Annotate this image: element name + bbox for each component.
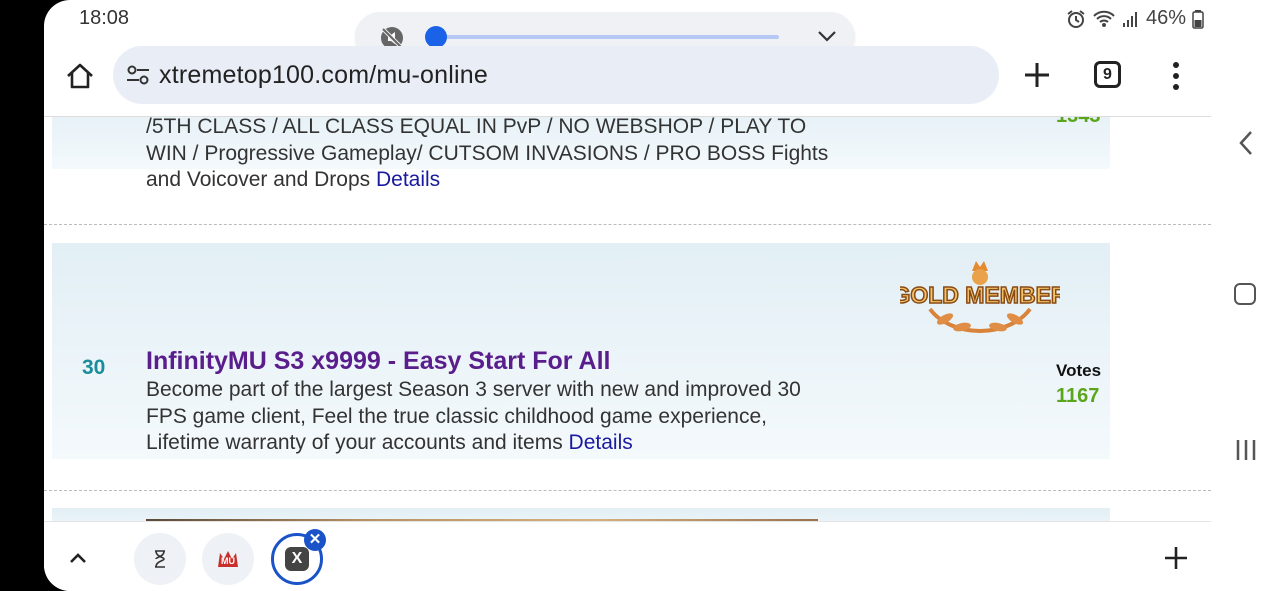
home-icon — [67, 63, 93, 89]
tab-item[interactable]: MU — [202, 533, 254, 585]
progress-knob[interactable] — [425, 26, 447, 48]
server-title-link[interactable]: InfinityMU S3 x9999 - Easy Start For All — [146, 347, 611, 376]
progress-track[interactable] — [435, 35, 779, 39]
desc-text: Lifetime warranty of your accounts and i… — [146, 431, 563, 454]
hourglass-icon — [155, 550, 165, 568]
prev-details-link[interactable]: Details — [376, 168, 440, 191]
tab-strip: MU X ✕ — [44, 521, 1211, 591]
status-icons: 46% — [1066, 7, 1204, 30]
chevron-down-icon[interactable] — [817, 28, 837, 44]
plus-icon[interactable] — [1020, 58, 1054, 92]
gold-member-badge: GOLD MEMBER — [900, 261, 1060, 334]
web-content[interactable]: 1343 /5TH CLASS / ALL CLASS EQUAL IN PvP… — [44, 116, 1211, 521]
prev-desc-text: and Voicover and Drops — [146, 168, 371, 191]
battery-percent: 46% — [1145, 7, 1186, 29]
votes-count: 1167 — [1056, 385, 1100, 407]
system-nav-bar — [1221, 0, 1280, 591]
url-text[interactable]: xtremetop100.com/mu-online — [159, 61, 488, 90]
plus-icon[interactable] — [1161, 543, 1191, 573]
prev-description: /5TH CLASS / ALL CLASS EQUAL IN PvP / NO… — [146, 116, 846, 194]
divider — [44, 224, 1211, 225]
x-favicon-icon: X — [285, 547, 309, 571]
desc-line: FPS game client, Feel the true classic c… — [146, 404, 767, 428]
tab-switcher-button[interactable]: 9 — [1094, 61, 1121, 88]
wifi-icon — [1093, 10, 1115, 27]
alarm-icon — [1067, 9, 1085, 28]
back-icon[interactable] — [1231, 128, 1261, 158]
chevron-up-icon[interactable] — [64, 544, 92, 572]
battery-icon — [1192, 9, 1204, 29]
prev-votes: 1343 — [1056, 116, 1101, 127]
prev-desc-line: /5TH CLASS / ALL CLASS EQUAL IN PvP / NO… — [146, 116, 807, 138]
gold-member-text: GOLD MEMBER — [900, 282, 1060, 308]
home-nav-button[interactable] — [1234, 283, 1256, 305]
details-link[interactable]: Details — [569, 431, 633, 454]
status-time: 18:08 — [79, 7, 130, 29]
server-rank: 30 — [82, 356, 106, 379]
address-bar[interactable]: xtremetop100.com/mu-online — [113, 46, 999, 104]
more-icon[interactable] — [1164, 60, 1188, 92]
site-settings-icon[interactable] — [125, 63, 151, 87]
signal-icon — [1122, 11, 1137, 27]
browser-window: 18:08 46% xtremetop100.com/mu-online 9 1… — [44, 0, 1280, 591]
server-description: Become part of the largest Season 3 serv… — [146, 377, 846, 457]
close-icon[interactable]: ✕ — [304, 529, 326, 551]
screen: 18:08 46% xtremetop100.com/mu-online 9 1… — [0, 0, 1280, 591]
home-button[interactable] — [62, 58, 98, 94]
tab-item[interactable] — [134, 533, 186, 585]
mu-favicon-icon: MU — [218, 551, 238, 567]
prev-desc-line: and Voicover and Drops Details — [146, 167, 846, 194]
recents-icon[interactable] — [1233, 437, 1259, 463]
desc-line: Lifetime warranty of your accounts and i… — [146, 430, 846, 457]
votes-label: Votes — [1056, 361, 1102, 380]
desc-line: Become part of the largest Season 3 serv… — [146, 378, 801, 401]
divider — [44, 490, 1211, 491]
prev-desc-line: WIN / Progressive Gameplay/ CUTSOM INVAS… — [146, 141, 829, 165]
svg-text:MU: MU — [221, 556, 235, 566]
